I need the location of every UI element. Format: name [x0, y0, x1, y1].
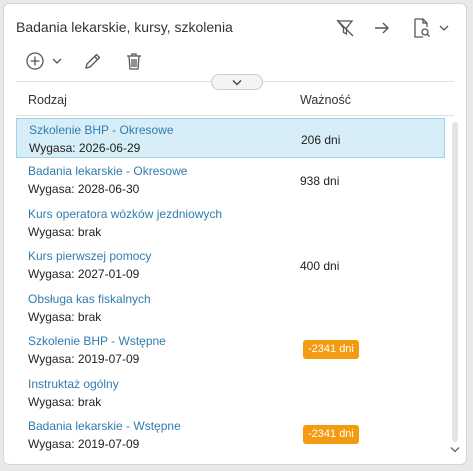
chevron-down-icon[interactable] — [437, 16, 451, 40]
list-item[interactable]: Instruktaż ogólny Wygasa: brak — [16, 373, 445, 413]
chevron-down-icon — [232, 73, 242, 91]
item-validity: 206 dni — [301, 133, 341, 147]
add-circle-icon[interactable] — [23, 49, 47, 73]
filter-off-icon[interactable] — [333, 16, 357, 40]
training-panel: Badania lekarskie, kursy, szkolenia Rodz… — [3, 3, 467, 465]
list-item[interactable]: Obsługa kas fiskalnych Wygasa: brak — [16, 288, 445, 328]
item-expiry: Wygasa: 2019-07-09 — [28, 352, 140, 366]
scroll-down-icon[interactable] — [448, 442, 462, 456]
item-expiry: Wygasa: 2019-07-09 — [28, 437, 140, 451]
add-dropdown-chevron-icon[interactable] — [50, 49, 64, 73]
list-item[interactable]: Szkolenie BHP - Wstępne Wygasa: 2019-07-… — [16, 330, 445, 370]
item-name[interactable]: Badania lekarskie - Okresowe — [28, 164, 187, 178]
vertical-scrollbar[interactable] — [452, 122, 458, 442]
panel-title: Badania lekarskie, kursy, szkolenia — [16, 19, 233, 35]
expired-badge: -2341 dni — [303, 340, 359, 359]
item-name[interactable]: Badania lekarskie - Wstępne — [28, 419, 181, 433]
list-item[interactable]: Badania lekarskie - Wstępne Wygasa: 2019… — [16, 415, 445, 455]
item-expiry: Wygasa: 2028-06-30 — [28, 182, 140, 196]
list-item[interactable]: Badania lekarskie - Okresowe Wygasa: 202… — [16, 160, 445, 200]
header-divider — [16, 115, 454, 116]
item-name[interactable]: Obsługa kas fiskalnych — [28, 292, 151, 306]
item-name[interactable]: Kurs pierwszej pomocy — [28, 249, 151, 263]
column-header-waznosc[interactable]: Ważność — [300, 93, 351, 107]
item-name[interactable]: Kurs operatora wózków jezdniowych — [28, 207, 222, 221]
item-expiry: Wygasa: brak — [28, 225, 102, 239]
list-item[interactable]: Szkolenie BHP - Okresowe Wygasa: 2026-06… — [16, 118, 445, 158]
collapse-toggle-button[interactable] — [211, 74, 263, 90]
item-expiry: Wygasa: 2027-01-09 — [28, 267, 140, 281]
trash-icon[interactable] — [122, 49, 146, 73]
column-header-rodzaj[interactable]: Rodzaj — [28, 93, 67, 107]
item-expiry: Wygasa: brak — [28, 395, 102, 409]
item-name[interactable]: Szkolenie BHP - Okresowe — [29, 123, 174, 137]
item-expiry: Wygasa: 2026-06-29 — [29, 141, 141, 155]
document-search-icon[interactable] — [409, 16, 433, 40]
list-item[interactable]: Kurs pierwszej pomocy Wygasa: 2027-01-09… — [16, 245, 445, 285]
item-expiry: Wygasa: brak — [28, 310, 102, 324]
item-validity: 938 dni — [300, 174, 340, 188]
item-name[interactable]: Instruktaż ogólny — [28, 377, 119, 391]
arrow-right-icon[interactable] — [370, 16, 394, 40]
item-name[interactable]: Szkolenie BHP - Wstępne — [28, 334, 166, 348]
item-validity: 400 dni — [300, 259, 340, 273]
pencil-icon[interactable] — [81, 49, 105, 73]
list-item[interactable]: Kurs operatora wózków jezdniowych Wygasa… — [16, 203, 445, 243]
expired-badge: -2341 dni — [303, 425, 359, 444]
